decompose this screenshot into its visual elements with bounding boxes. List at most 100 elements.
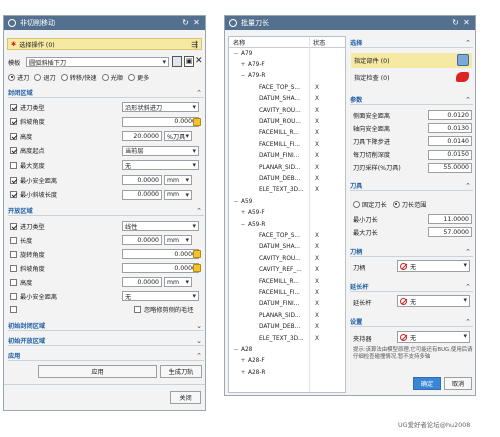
max-length-input[interactable]: 57.0000 — [428, 227, 472, 237]
tab-more[interactable]: 更多 — [137, 73, 149, 82]
open-unit-select[interactable]: mm — [164, 277, 192, 287]
param-input[interactable]: 0.0150 — [428, 149, 472, 160]
tree-row[interactable]: + A28-R — [229, 368, 345, 377]
open-value-field[interactable]: 0.0000 — [122, 235, 162, 245]
tab-engage-radio[interactable] — [8, 73, 15, 81]
reset-icon[interactable]: ↻ — [451, 19, 460, 27]
expand-icon[interactable]: + — [240, 370, 246, 376]
part-cube-icon[interactable] — [457, 54, 469, 66]
open-value-field[interactable]: 线性 — [122, 221, 199, 231]
select-operation-icon[interactable]: ⇶ — [191, 40, 198, 49]
ok-button[interactable]: 确定 — [413, 377, 441, 390]
length-range-radio[interactable] — [392, 200, 400, 208]
tab-transfer[interactable]: 转移/快速 — [70, 73, 97, 82]
trim-blank-checkbox[interactable] — [10, 305, 17, 313]
cancel-button[interactable]: 取消 — [444, 377, 472, 390]
initial-open-header[interactable]: 初始开放区域 ⌄ — [8, 335, 204, 346]
closed-checkbox[interactable] — [10, 103, 17, 111]
tab-engage[interactable]: 进刀 — [17, 73, 29, 82]
tree-row[interactable]: ELE_TEXT_3D... X — [229, 334, 345, 343]
tree-row[interactable]: DATUM_FINI... X — [229, 152, 345, 161]
param-input[interactable]: 55.0000 — [428, 162, 472, 173]
selection-header[interactable]: 选择 ⌃ — [350, 37, 473, 48]
tab-smoothing-radio[interactable] — [101, 73, 109, 81]
tree-row[interactable]: DATUM_DEB... X — [229, 323, 345, 332]
specify-part-row[interactable]: 指定部件 (0) — [351, 53, 472, 68]
save-icon[interactable] — [172, 56, 182, 67]
closed-unit-select[interactable]: mm — [164, 189, 192, 200]
extension-header[interactable]: 延长杆 ⌃ — [350, 281, 473, 292]
apply-button[interactable]: 应用 — [38, 365, 157, 378]
tree-row[interactable]: CAVITY_ROU... X — [229, 254, 345, 263]
template-select[interactable]: 圆弧斜插下刀 — [26, 57, 169, 67]
lock-icon[interactable] — [193, 264, 201, 272]
open-checkbox[interactable] — [10, 292, 17, 300]
closed-value-field[interactable]: 无 — [122, 160, 199, 171]
tool-header[interactable]: 刀具 ⌃ — [350, 180, 473, 191]
tree-row[interactable]: − A79 — [229, 49, 345, 58]
parameters-header[interactable]: 参数 ⌃ — [350, 94, 473, 105]
open-value-field[interactable]: 无 — [122, 291, 199, 301]
collapse-icon[interactable]: − — [233, 51, 239, 57]
closed-checkbox[interactable] — [10, 147, 17, 155]
extension-select[interactable]: 无 — [397, 295, 470, 307]
closed-checkbox[interactable] — [10, 176, 17, 184]
open-checkbox[interactable] — [10, 264, 17, 272]
apply-header[interactable]: 应用 ⌃ — [8, 350, 204, 361]
closed-checkbox[interactable] — [10, 132, 17, 140]
closed-value-field[interactable]: 0.0000 — [122, 175, 162, 185]
closed-unit-select[interactable]: %刀具 — [164, 131, 192, 142]
reset-icon[interactable]: ↻ — [181, 19, 190, 27]
tree-row[interactable]: + A79-F — [229, 60, 345, 69]
closed-value-field[interactable]: 0.0000 — [122, 116, 199, 127]
open-checkbox[interactable] — [10, 250, 17, 258]
close-icon[interactable]: ✕ — [462, 19, 471, 27]
expand-icon[interactable]: + — [240, 358, 246, 364]
holder-select[interactable]: 无 — [397, 260, 470, 272]
ignore-trim-checkbox[interactable] — [134, 305, 141, 313]
expand-icon[interactable]: + — [240, 62, 246, 68]
open-value-field[interactable]: 0.0000 — [122, 277, 162, 287]
closed-value-field[interactable]: 0.0000 — [122, 189, 162, 200]
closed-value-field[interactable]: 当前层 — [122, 145, 199, 156]
expand-icon[interactable]: + — [240, 210, 246, 216]
closed-checkbox[interactable] — [10, 191, 17, 199]
tree-row[interactable]: DATUM_DEB... X — [229, 174, 345, 183]
tree-row[interactable]: FACE_TOP_S... X — [229, 231, 345, 240]
closed-value-field[interactable]: 20.0000 — [122, 131, 162, 142]
tree-row[interactable]: PLANAR_SID... X — [229, 163, 345, 172]
open-checkbox[interactable] — [10, 278, 17, 286]
open-value-field[interactable]: 0.0000 — [122, 263, 199, 273]
tree-row[interactable]: − A79-R — [229, 72, 345, 81]
select-operation-bar[interactable]: ✱ 选择操作 (0) ⇶ — [7, 38, 202, 50]
tree-row[interactable]: FACE_TOP_S... X — [229, 83, 345, 92]
closed-value-field[interactable]: 沿形状斜进刀 — [122, 102, 199, 112]
tab-transfer-radio[interactable] — [60, 73, 68, 81]
tree-row[interactable]: − A28 — [229, 345, 345, 354]
collapse-icon[interactable]: − — [233, 199, 239, 205]
fixed-length-label[interactable]: 固定刀长 — [362, 200, 387, 209]
tree-row[interactable]: CAVITY_ROU... X — [229, 106, 345, 115]
closed-checkbox[interactable] — [10, 118, 17, 126]
tree-row[interactable]: DATUM_SHA... X — [229, 95, 345, 104]
tree-row[interactable]: DATUM_ROU... X — [229, 117, 345, 126]
close-icon[interactable]: ✕ — [192, 19, 201, 27]
tree-row[interactable]: CAVITY_REF_... X — [229, 266, 345, 275]
holder-header[interactable]: 刀柄 ⌃ — [350, 246, 473, 257]
export-icon[interactable]: ▣ — [184, 56, 194, 67]
length-range-label[interactable]: 刀长范围 — [402, 200, 427, 209]
open-checkbox[interactable] — [10, 222, 17, 230]
initial-closed-header[interactable]: 初始封闭区域 ⌄ — [8, 320, 204, 331]
open-area-header[interactable]: 开放区域 ⌃ — [8, 205, 204, 216]
tab-retract-radio[interactable] — [34, 73, 42, 81]
open-checkbox[interactable] — [10, 236, 17, 244]
tree-row[interactable]: + A59-F — [229, 209, 345, 218]
tab-retract[interactable]: 退刀 — [43, 73, 55, 82]
check-shape-icon[interactable] — [456, 72, 469, 82]
collapse-icon[interactable]: − — [240, 222, 246, 228]
collapse-icon[interactable]: − — [240, 73, 246, 79]
tree-row[interactable]: + A28-F — [229, 357, 345, 366]
param-input[interactable]: 0.0130 — [428, 123, 472, 134]
specify-check-row[interactable]: 指定检查 (0) — [351, 70, 472, 85]
tree-row[interactable]: − A59 — [229, 197, 345, 206]
